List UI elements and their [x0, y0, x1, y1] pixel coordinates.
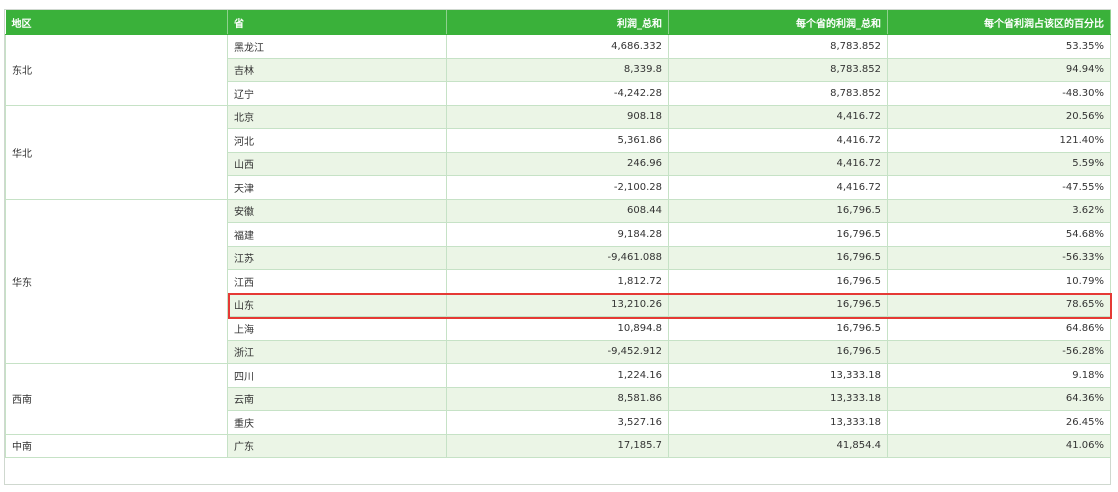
header-province[interactable]: 省: [227, 10, 447, 35]
table-row[interactable]: 华东 安徽 608.44 16,796.5 3.62%: [5, 198, 1111, 364]
province-cell: 安徽: [227, 198, 447, 223]
profit-cell: 17,185.7: [446, 433, 669, 458]
profit-cell: -9,452.912: [446, 339, 669, 364]
table-row[interactable]: 东北 黑龙江 4,686.332 8,783.852 53.35%: [5, 34, 1111, 106]
profit-cell: 908.18: [446, 104, 669, 129]
province-cell: 广东: [227, 433, 447, 458]
data-table-container: 地区 省 利润_总和 每个省的利润_总和 每个省利润占该区的百分比 东北 黑龙江 4…: [4, 9, 1112, 485]
region-cell: 华东: [5, 198, 228, 364]
percent-cell: 64.36%: [887, 386, 1111, 411]
province-total-cell: 4,416.72: [668, 175, 888, 200]
province-total-cell: 4,416.72: [668, 104, 888, 129]
percent-cell: 53.35%: [887, 34, 1111, 59]
profit-cell: -9,461.088: [446, 245, 669, 270]
province-total-cell: 41,854.4: [668, 433, 888, 458]
percent-cell: -56.28%: [887, 339, 1111, 364]
province-cell: 重庆: [227, 410, 447, 435]
province-total-cell: 13,333.18: [668, 410, 888, 435]
province-cell: 云南: [227, 386, 447, 411]
province-total-cell: 4,416.72: [668, 151, 888, 176]
percent-cell: -47.55%: [887, 175, 1111, 200]
percent-cell: 26.45%: [887, 410, 1111, 435]
profit-cell: 1,224.16: [446, 363, 669, 388]
province-total-cell: 8,783.852: [668, 34, 888, 59]
province-cell: 江苏: [227, 245, 447, 270]
profit-cell: 608.44: [446, 198, 669, 223]
province-cell: 山西: [227, 151, 447, 176]
percent-cell: 41.06%: [887, 433, 1111, 458]
profit-cell: 246.96: [446, 151, 669, 176]
province-total-cell: 13,333.18: [668, 363, 888, 388]
percent-cell: 5.59%: [887, 151, 1111, 176]
percent-cell: 9.18%: [887, 363, 1111, 388]
profit-table: 地区 省 利润_总和 每个省的利润_总和 每个省利润占该区的百分比 东北 黑龙江 4…: [5, 10, 1111, 458]
province-cell: 吉林: [227, 57, 447, 82]
region-cell: 东北: [5, 34, 228, 106]
percent-cell: 64.86%: [887, 316, 1111, 341]
header-province-profit-sum[interactable]: 每个省的利润_总和: [668, 10, 888, 35]
province-total-cell: 16,796.5: [668, 339, 888, 364]
region-cell: 西南: [5, 363, 228, 435]
profit-cell: 5,361.86: [446, 128, 669, 153]
profit-cell: 4,686.332: [446, 34, 669, 59]
province-cell: 江西: [227, 269, 447, 294]
province-total-cell: 4,416.72: [668, 128, 888, 153]
table-row[interactable]: 中南 广东 17,185.7 41,854.4 41.06%: [5, 433, 1111, 458]
province-cell: 四川: [227, 363, 447, 388]
percent-cell: 94.94%: [887, 57, 1111, 82]
profit-cell: -2,100.28: [446, 175, 669, 200]
profit-cell: 10,894.8: [446, 316, 669, 341]
percent-cell: -48.30%: [887, 81, 1111, 106]
profit-cell: 9,184.28: [446, 222, 669, 247]
table-row[interactable]: 西南 四川 1,224.16 13,333.18 9.18%: [5, 363, 1111, 435]
region-cell: 中南: [5, 433, 228, 458]
percent-cell: 54.68%: [887, 222, 1111, 247]
province-total-cell: 16,796.5: [668, 269, 888, 294]
province-cell: 黑龙江: [227, 34, 447, 59]
region-cell: 华北: [5, 104, 228, 200]
province-total-cell: 16,796.5: [668, 316, 888, 341]
header-row: 地区 省 利润_总和 每个省的利润_总和 每个省利润占该区的百分比: [5, 10, 1111, 35]
percent-cell: 3.62%: [887, 198, 1111, 223]
header-province-percent[interactable]: 每个省利润占该区的百分比: [887, 10, 1111, 35]
province-total-cell: 13,333.18: [668, 386, 888, 411]
header-profit-sum[interactable]: 利润_总和: [446, 10, 669, 35]
table-row[interactable]: 华北 北京 908.18 4,416.72 20.56%: [5, 104, 1111, 200]
percent-cell: 10.79%: [887, 269, 1111, 294]
province-cell: 北京: [227, 104, 447, 129]
province-cell: 河北: [227, 128, 447, 153]
percent-cell: 20.56%: [887, 104, 1111, 129]
percent-cell: -56.33%: [887, 245, 1111, 270]
profit-cell: 8,339.8: [446, 57, 669, 82]
province-cell: 上海: [227, 316, 447, 341]
percent-cell: 78.65%: [887, 292, 1111, 317]
province-total-cell: 8,783.852: [668, 81, 888, 106]
profit-cell: 8,581.86: [446, 386, 669, 411]
percent-cell: 121.40%: [887, 128, 1111, 153]
province-cell: 山东: [227, 292, 447, 317]
profit-cell: 1,812.72: [446, 269, 669, 294]
province-total-cell: 16,796.5: [668, 292, 888, 317]
profit-cell: 3,527.16: [446, 410, 669, 435]
province-total-cell: 8,783.852: [668, 57, 888, 82]
province-total-cell: 16,796.5: [668, 198, 888, 223]
province-total-cell: 16,796.5: [668, 245, 888, 270]
profit-cell: 13,210.26: [446, 292, 669, 317]
profit-cell: -4,242.28: [446, 81, 669, 106]
province-cell: 辽宁: [227, 81, 447, 106]
province-total-cell: 16,796.5: [668, 222, 888, 247]
province-cell: 天津: [227, 175, 447, 200]
header-region[interactable]: 地区: [5, 10, 228, 35]
province-cell: 福建: [227, 222, 447, 247]
province-cell: 浙江: [227, 339, 447, 364]
